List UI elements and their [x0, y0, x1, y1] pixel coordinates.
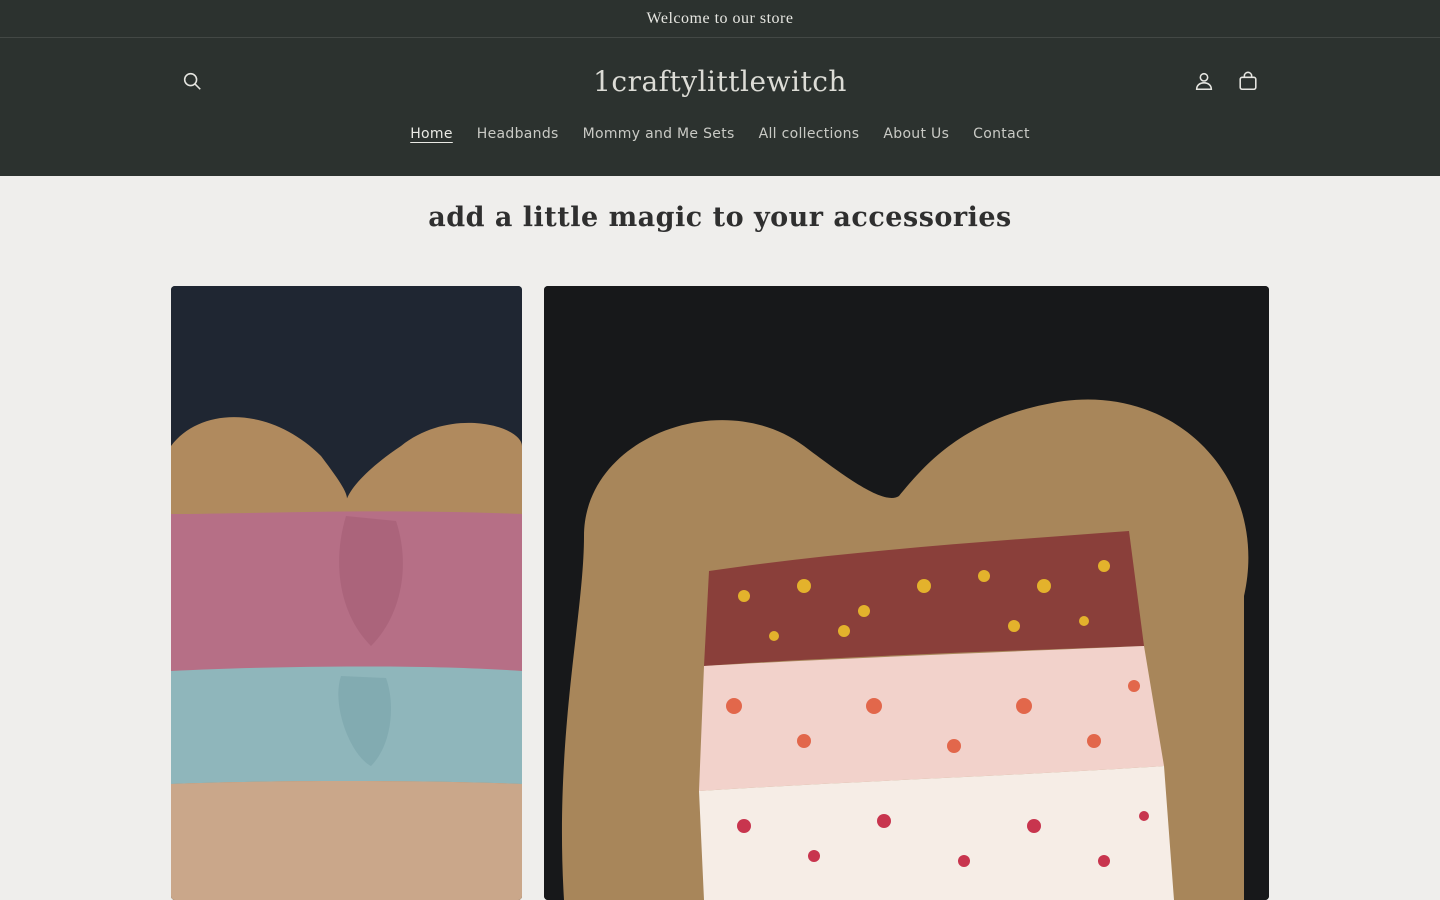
search-icon — [183, 72, 201, 90]
cart-button[interactable] — [1226, 59, 1270, 103]
store-logo[interactable]: 1craftylittlewitch — [593, 65, 847, 98]
announcement-text: Welcome to our store — [646, 9, 794, 27]
hero-tagline: add a little magic to your accessories — [0, 202, 1440, 233]
site-header: 1craftylittlewitch Home Headbands Mommy … — [0, 38, 1440, 176]
headbands-image — [171, 286, 522, 900]
account-button[interactable] — [1182, 59, 1226, 103]
search-button[interactable] — [170, 59, 214, 103]
nav-item-headbands[interactable]: Headbands — [465, 122, 571, 146]
nav-item-mommy-and-me-sets[interactable]: Mommy and Me Sets — [571, 122, 747, 146]
headband-photo-right[interactable] — [544, 286, 1269, 900]
nav-item-contact[interactable]: Contact — [961, 122, 1042, 146]
tagline-emphasis: magic — [608, 202, 703, 233]
main-nav: Home Headbands Mommy and Me Sets All col… — [0, 122, 1440, 146]
nav-item-home[interactable]: Home — [398, 122, 465, 146]
announcement-bar: Welcome to our store — [0, 0, 1440, 38]
account-icon — [1195, 72, 1213, 91]
cart-icon — [1239, 71, 1257, 91]
tagline-before: add a little — [428, 202, 609, 233]
headband-photo-left[interactable] — [171, 286, 522, 900]
image-gallery — [171, 286, 1269, 900]
floral-headbands-image — [544, 286, 1269, 900]
nav-item-about-us[interactable]: About Us — [871, 122, 961, 146]
header-top: 1craftylittlewitch — [170, 56, 1270, 106]
tagline-after: to your accessories — [702, 202, 1012, 233]
header-actions — [1182, 59, 1270, 103]
nav-item-all-collections[interactable]: All collections — [747, 122, 872, 146]
